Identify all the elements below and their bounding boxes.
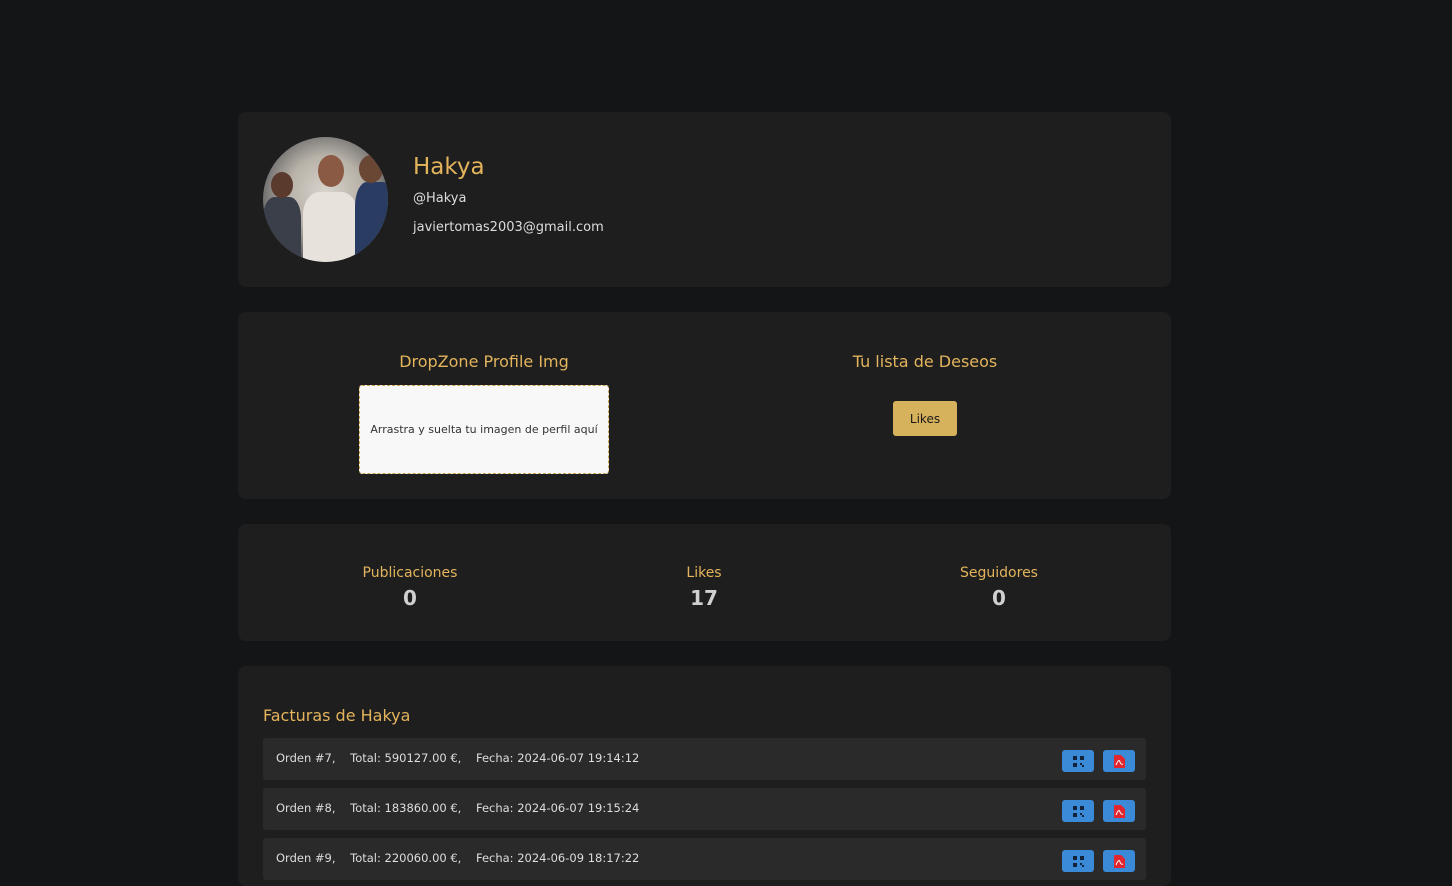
stat-value: 0: [403, 586, 417, 610]
invoice-row: Orden #7, Total: 590127.00 €, Fecha: 202…: [263, 738, 1146, 780]
stat-publicaciones: Publicaciones 0: [310, 565, 510, 610]
dropzone-title: DropZone Profile Img: [399, 352, 569, 371]
invoice-text: Orden #7, Total: 590127.00 €, Fecha: 202…: [276, 751, 640, 765]
pdf-button[interactable]: [1103, 850, 1135, 872]
stat-value: 0: [992, 586, 1006, 610]
invoice-row: Orden #8, Total: 183860.00 €, Fecha: 202…: [263, 788, 1146, 830]
qr-code-icon: [1072, 855, 1084, 867]
likes-button[interactable]: Likes: [893, 401, 957, 436]
stat-label: Likes: [686, 565, 722, 581]
profile-name: Hakya: [413, 154, 485, 180]
pdf-icon: [1113, 754, 1125, 768]
invoices-card: Facturas de Hakya Orden #7, Total: 59012…: [238, 666, 1171, 886]
stat-seguidores: Seguidores 0: [899, 565, 1099, 610]
qr-code-icon: [1072, 755, 1084, 767]
invoice-text: Orden #8, Total: 183860.00 €, Fecha: 202…: [276, 801, 640, 815]
avatar: [263, 137, 388, 262]
qr-code-button[interactable]: [1062, 800, 1094, 822]
stat-value: 17: [690, 586, 718, 610]
pdf-button[interactable]: [1103, 800, 1135, 822]
wishlist-title: Tu lista de Deseos: [852, 352, 998, 371]
pdf-icon: [1113, 854, 1125, 868]
invoice-row: Orden #9, Total: 220060.00 €, Fecha: 202…: [263, 838, 1146, 880]
qr-code-button[interactable]: [1062, 850, 1094, 872]
dropzone-hint: Arrastra y suelta tu imagen de perfil aq…: [370, 423, 598, 436]
pdf-button[interactable]: [1103, 750, 1135, 772]
upload-wishlist-card: DropZone Profile Img Arrastra y suelta t…: [238, 312, 1171, 499]
pdf-icon: [1113, 804, 1125, 818]
stats-card: Publicaciones 0 Likes 17 Seguidores 0: [238, 524, 1171, 641]
stat-label: Publicaciones: [362, 565, 458, 581]
profile-username: @Hakya: [413, 191, 467, 206]
stat-likes: Likes 17: [604, 565, 804, 610]
invoice-text: Orden #9, Total: 220060.00 €, Fecha: 202…: [276, 851, 640, 865]
profile-email: javiertomas2003@gmail.com: [413, 220, 604, 235]
invoices-title: Facturas de Hakya: [263, 706, 411, 725]
stat-label: Seguidores: [960, 565, 1038, 581]
qr-code-button[interactable]: [1062, 750, 1094, 772]
dropzone-area[interactable]: Arrastra y suelta tu imagen de perfil aq…: [359, 385, 609, 474]
qr-code-icon: [1072, 805, 1084, 817]
profile-card: Hakya @Hakya javiertomas2003@gmail.com: [238, 112, 1171, 287]
